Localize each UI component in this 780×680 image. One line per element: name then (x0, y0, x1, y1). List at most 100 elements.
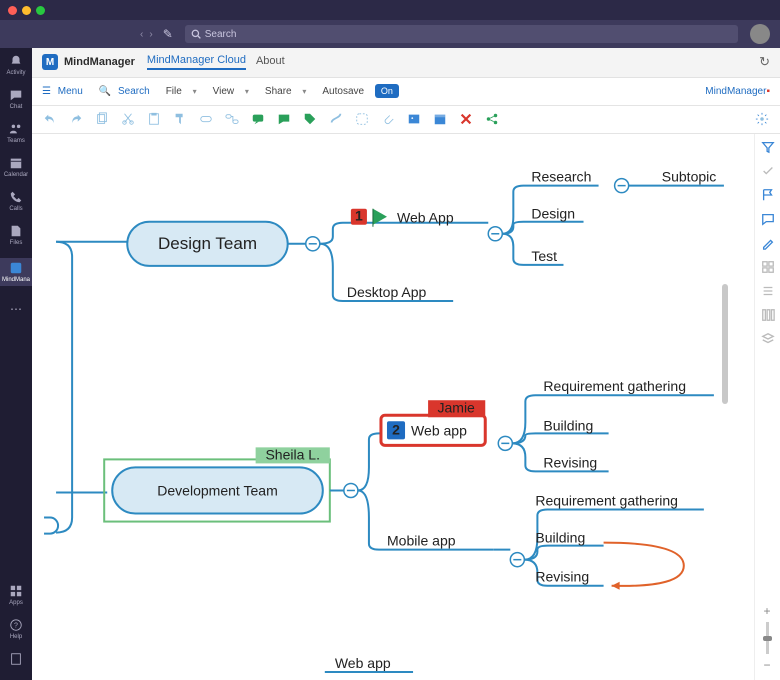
svg-text:Sheila L.: Sheila L. (265, 446, 320, 462)
flag-panel-icon[interactable] (761, 188, 775, 202)
node-mobile-app[interactable]: Mobile app (387, 532, 456, 548)
tag-icon[interactable] (302, 111, 318, 127)
minimize-window[interactable] (22, 6, 31, 15)
boundary-icon[interactable] (354, 111, 370, 127)
user-avatar[interactable] (750, 24, 770, 44)
rail-calendar[interactable]: Calendar (4, 156, 28, 178)
help-icon: ? (9, 618, 23, 632)
svg-text:Web App: Web App (397, 209, 454, 225)
zoom-control[interactable]: + − (758, 604, 776, 672)
menu-button[interactable]: ☰ Menu (42, 86, 83, 97)
scrollbar[interactable] (722, 284, 728, 404)
search-placeholder: Search (205, 29, 237, 40)
node-development-team[interactable]: Sheila L. Development Team (104, 446, 330, 521)
node-revising-1[interactable]: Revising (543, 454, 597, 470)
node-req-1[interactable]: Requirement gathering (543, 378, 686, 394)
teams-top-bar: ‹ › ✎ Search (0, 20, 780, 48)
node-test[interactable]: Test (531, 247, 557, 263)
node-web-app-1[interactable]: 1 Web App (351, 207, 454, 226)
date-icon[interactable] (432, 111, 448, 127)
cut-icon[interactable] (120, 111, 136, 127)
relationship-arrow[interactable] (604, 542, 684, 585)
toggle-dev-team[interactable] (344, 483, 358, 497)
new-note-icon[interactable]: ✎ (163, 27, 173, 41)
teams-nav-rail: Activity Chat Teams Calendar Calls Files… (0, 48, 32, 680)
app-brand: MindManager (64, 56, 135, 68)
delete-icon[interactable] (458, 111, 474, 127)
node-research[interactable]: Research (531, 168, 591, 184)
rail-chat[interactable]: Chat (9, 88, 23, 110)
nav-forward-icon[interactable]: › (149, 29, 152, 40)
download-icon (9, 652, 23, 666)
toggle-web-app-1[interactable] (488, 226, 502, 240)
node-building-2[interactable]: Building (535, 529, 585, 545)
zoom-out-icon[interactable]: − (763, 658, 770, 672)
app-header: M MindManager MindManager Cloud About ↻ (32, 48, 780, 78)
rail-activity[interactable]: Activity (6, 54, 25, 76)
edit-panel-icon[interactable] (761, 236, 775, 250)
rail-files[interactable]: Files (9, 224, 23, 246)
settings-icon[interactable] (754, 111, 770, 127)
toggle-web-app-2[interactable] (498, 436, 512, 450)
toggle-research[interactable] (615, 178, 629, 192)
rail-mindmanager[interactable]: MindMana (0, 258, 32, 286)
refresh-icon[interactable]: ↻ (759, 54, 770, 70)
node-design[interactable]: Design (531, 205, 575, 221)
rail-help[interactable]: ?Help (9, 618, 23, 640)
comment-icon[interactable] (276, 111, 292, 127)
node-revising-2[interactable]: Revising (535, 568, 589, 584)
view-menu[interactable]: View ▾ (213, 86, 249, 97)
close-window[interactable] (8, 6, 17, 15)
task-icon[interactable] (761, 164, 775, 178)
add-subtopic-icon[interactable] (224, 111, 240, 127)
columns-icon[interactable] (761, 308, 775, 322)
toggle-mobile-app[interactable] (510, 552, 524, 566)
tab-about[interactable]: About (256, 55, 285, 69)
file-menu[interactable]: File ▾ (166, 86, 197, 97)
maximize-window[interactable] (36, 6, 45, 15)
node-web-app-3[interactable]: Web app (335, 654, 391, 670)
share-menu[interactable]: Share ▾ (265, 86, 306, 97)
mindmap-canvas[interactable]: Design Team 1 Web App (32, 134, 754, 680)
list-icon[interactable] (761, 284, 775, 298)
svg-text:Web app: Web app (411, 422, 467, 438)
callout-icon[interactable] (250, 111, 266, 127)
paste-icon[interactable] (146, 111, 162, 127)
search-button[interactable]: 🔍 Search (99, 86, 150, 97)
toggle-design-team[interactable] (306, 236, 320, 250)
share-icon[interactable] (484, 111, 500, 127)
copy-icon[interactable] (94, 111, 110, 127)
rail-download[interactable] (9, 652, 23, 668)
redo-icon[interactable] (68, 111, 84, 127)
zoom-in-icon[interactable]: + (763, 604, 770, 618)
zoom-slider[interactable] (766, 622, 769, 654)
format-paint-icon[interactable] (172, 111, 188, 127)
people-icon (9, 122, 23, 136)
rail-teams[interactable]: Teams (7, 122, 25, 144)
phone-icon (9, 190, 23, 204)
rail-calls[interactable]: Calls (9, 190, 23, 212)
filter-icon[interactable] (761, 140, 775, 154)
bell-icon (9, 54, 23, 68)
svg-text:Jamie: Jamie (437, 399, 475, 415)
rail-apps[interactable]: Apps (9, 584, 23, 606)
global-search[interactable]: Search (185, 25, 738, 43)
autosave-toggle[interactable]: Autosave On (322, 84, 399, 98)
node-building-1[interactable]: Building (543, 417, 593, 433)
node-req-2[interactable]: Requirement gathering (535, 492, 678, 508)
nav-back-icon[interactable]: ‹ (140, 29, 143, 40)
node-web-app-2[interactable]: Jamie 2 Web app (381, 399, 485, 445)
comments-panel-icon[interactable] (761, 212, 775, 226)
grid-icon[interactable] (761, 260, 775, 274)
undo-icon[interactable] (42, 111, 58, 127)
layers-icon[interactable] (761, 332, 775, 346)
relationship-icon[interactable] (328, 111, 344, 127)
tab-cloud[interactable]: MindManager Cloud (147, 54, 246, 70)
image-icon[interactable] (406, 111, 422, 127)
rail-more[interactable]: ⋯ (10, 302, 22, 316)
add-topic-icon[interactable] (198, 111, 214, 127)
node-subtopic[interactable]: Subtopic (662, 168, 717, 184)
attach-icon[interactable] (380, 111, 396, 127)
node-desktop-app[interactable]: Desktop App (347, 283, 427, 299)
node-design-team[interactable]: Design Team (127, 221, 287, 265)
